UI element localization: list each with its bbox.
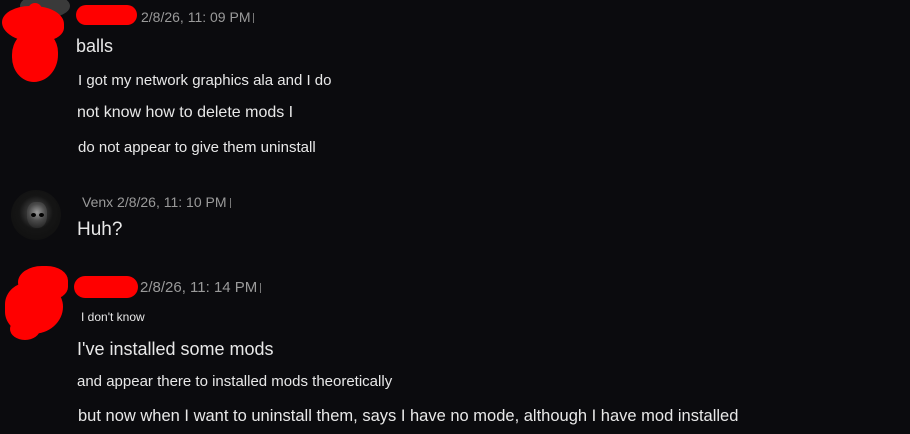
text-cursor	[229, 198, 231, 208]
timestamp-text: 2/8/26, 11: 09 PM	[141, 9, 251, 25]
avatar[interactable]	[11, 190, 61, 240]
text-cursor	[260, 283, 262, 293]
username[interactable]: Venx	[82, 194, 113, 210]
redaction-mark	[10, 318, 40, 340]
message-timestamp: 2/8/26, 11: 09 PM	[141, 9, 255, 25]
message-line: Huh?	[77, 219, 123, 240]
message-timestamp: 2/8/26, 11: 14 PM	[140, 279, 262, 296]
redaction-mark	[28, 3, 42, 17]
message-line: balls	[76, 36, 114, 56]
message-line: not know how to delete mods I	[77, 104, 294, 121]
username-redaction	[74, 276, 138, 298]
text-cursor	[253, 13, 255, 23]
message-line: I've installed some mods	[77, 339, 274, 359]
redaction-mark	[12, 30, 58, 82]
username-redaction	[76, 5, 137, 25]
message-line: do not appear to give them uninstall	[78, 139, 316, 156]
message-line: I got my network graphics ala and I do	[78, 72, 332, 89]
message-line: but now when I want to uninstall them, s…	[78, 407, 739, 425]
message-line: and appear there to installed mods theor…	[77, 373, 393, 390]
timestamp-text: 2/8/26, 11: 14 PM	[140, 279, 258, 296]
timestamp-text: 2/8/26, 11: 10 PM	[117, 194, 227, 210]
avatar-eye	[39, 213, 44, 217]
avatar-eye	[31, 213, 36, 217]
message-line: I don't know	[81, 310, 145, 324]
message-header: Venx 2/8/26, 11: 10 PM	[82, 194, 231, 210]
avatar-face	[27, 202, 47, 228]
